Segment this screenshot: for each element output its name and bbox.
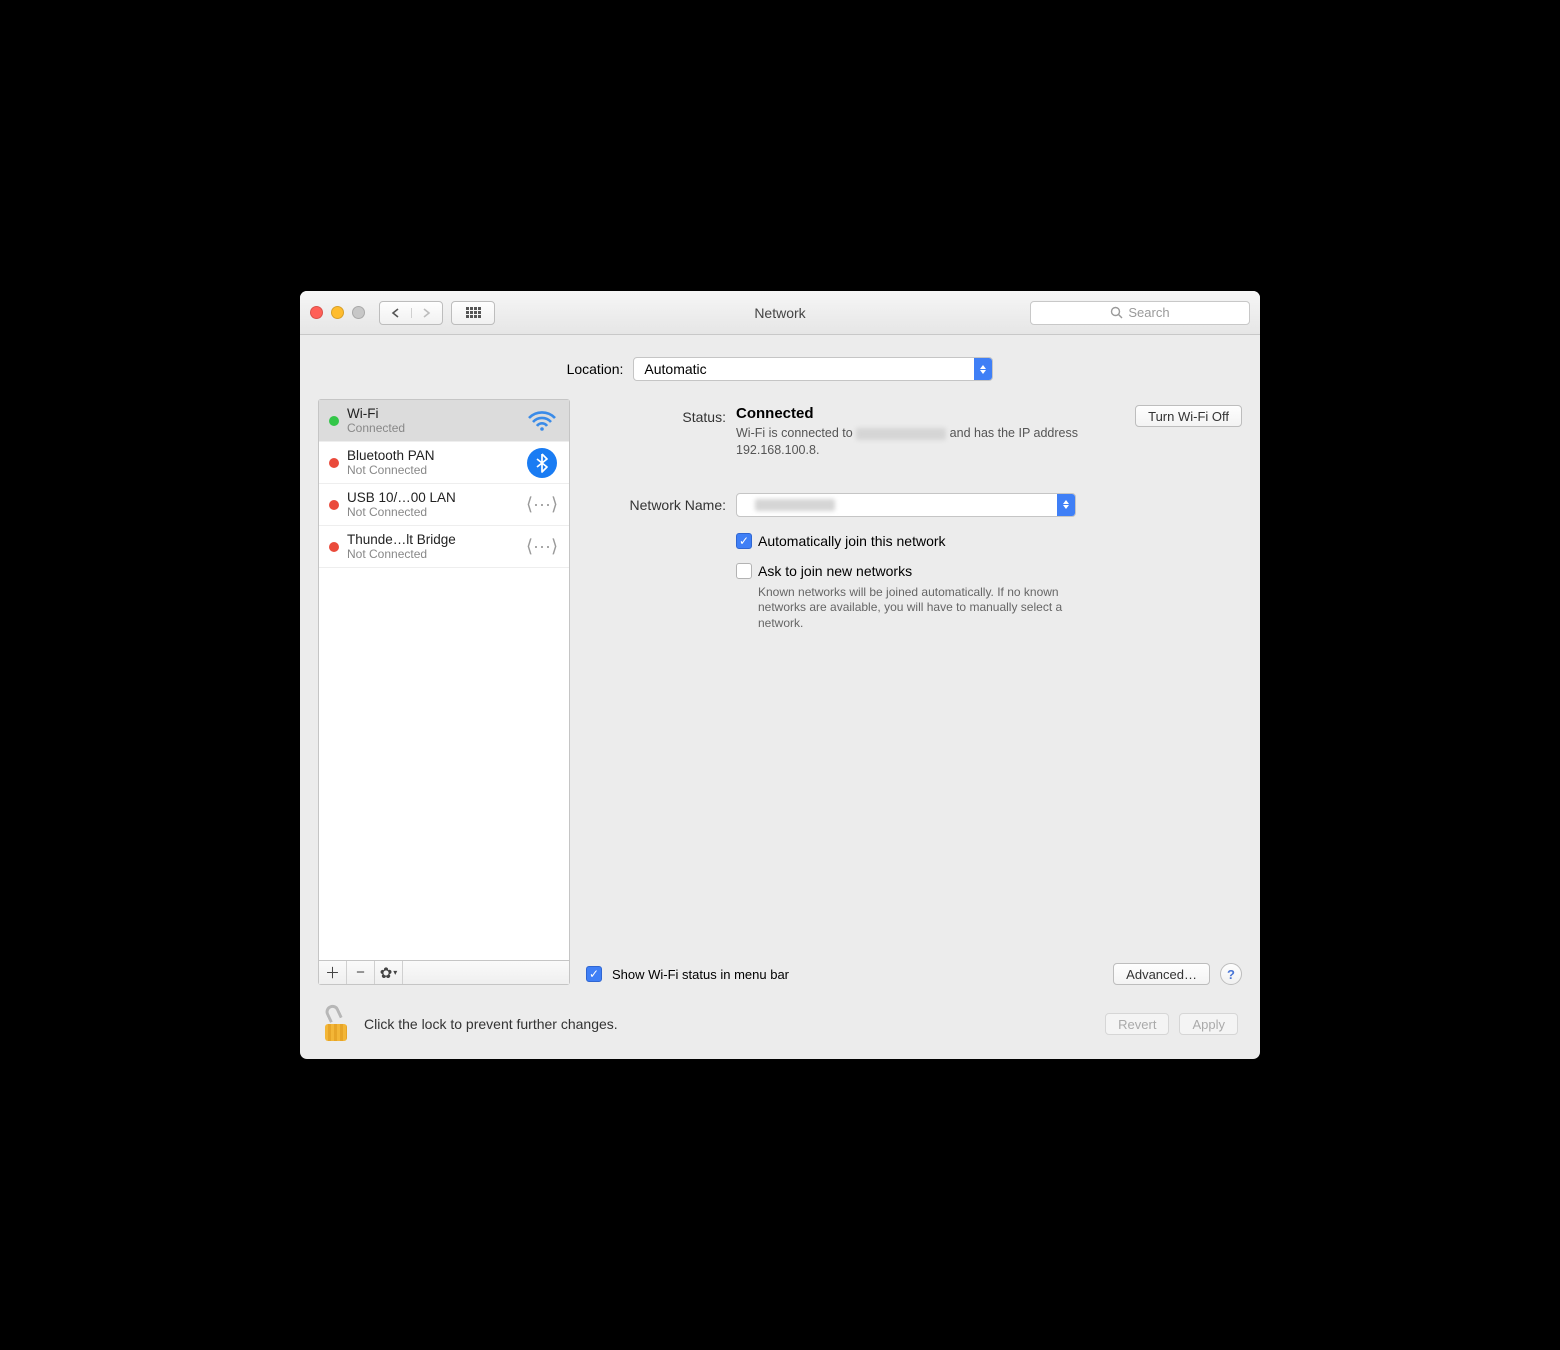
network-name-label: Network Name:	[586, 493, 736, 632]
service-item-thunderbolt[interactable]: Thunde…lt Bridge Not Connected ⟨···⟩	[319, 526, 569, 568]
back-button[interactable]	[380, 308, 412, 318]
search-icon	[1110, 306, 1123, 319]
service-sidebar: Wi-Fi Connected Bluetooth PAN Not Connec…	[318, 399, 570, 985]
lock-button[interactable]	[322, 1007, 350, 1041]
footer: Click the lock to prevent further change…	[300, 995, 1260, 1059]
close-window-button[interactable]	[310, 306, 323, 319]
bluetooth-icon	[525, 449, 559, 477]
service-status: Connected	[347, 421, 517, 435]
ethernet-icon: ⟨···⟩	[525, 491, 559, 519]
ask-join-help: Known networks will be joined automatica…	[758, 585, 1078, 632]
auto-join-label: Automatically join this network	[758, 533, 946, 549]
minimize-window-button[interactable]	[331, 306, 344, 319]
service-name: Thunde…lt Bridge	[347, 532, 517, 547]
network-name-popup[interactable]	[736, 493, 1076, 517]
chevron-updown-icon	[974, 358, 992, 380]
wifi-icon	[525, 407, 559, 435]
status-dot-disconnected	[329, 500, 339, 510]
detail-pane: Status: Connected Wi-Fi is connected to …	[586, 399, 1242, 985]
redacted-ssid	[755, 499, 835, 511]
grid-icon	[466, 307, 481, 318]
status-dot-disconnected	[329, 542, 339, 552]
search-field[interactable]: Search	[1030, 301, 1250, 325]
forward-button[interactable]	[412, 308, 443, 318]
revert-button[interactable]: Revert	[1105, 1013, 1169, 1035]
sidebar-toolbar: ＋ − ✿ ▾	[319, 960, 569, 984]
location-row: Location: Automatic	[300, 335, 1260, 399]
ask-join-checkbox[interactable]	[736, 563, 752, 579]
service-status: Not Connected	[347, 505, 517, 519]
traffic-lights	[310, 306, 365, 319]
titlebar: Network Search	[300, 291, 1260, 335]
lock-body-icon	[325, 1024, 347, 1041]
status-dot-connected	[329, 416, 339, 426]
chevron-down-icon: ▾	[393, 968, 397, 977]
ethernet-icon: ⟨···⟩	[525, 533, 559, 561]
remove-service-button[interactable]: −	[347, 961, 375, 984]
lock-text: Click the lock to prevent further change…	[364, 1016, 1091, 1032]
search-placeholder: Search	[1128, 305, 1169, 320]
toggle-wifi-button[interactable]: Turn Wi-Fi Off	[1135, 405, 1242, 427]
lock-open-icon	[323, 1003, 342, 1023]
location-label: Location:	[567, 361, 624, 377]
service-item-wifi[interactable]: Wi-Fi Connected	[319, 400, 569, 442]
chevron-updown-icon	[1057, 494, 1075, 516]
show-all-button[interactable]	[451, 301, 495, 325]
service-status: Not Connected	[347, 463, 517, 477]
help-button[interactable]: ?	[1220, 963, 1242, 985]
service-item-usb-lan[interactable]: USB 10/…00 LAN Not Connected ⟨···⟩	[319, 484, 569, 526]
network-preferences-window: Network Search Location: Automatic Wi-Fi	[300, 291, 1260, 1059]
zoom-window-button[interactable]	[352, 306, 365, 319]
add-service-button[interactable]: ＋	[319, 961, 347, 984]
service-name: Wi-Fi	[347, 406, 517, 421]
advanced-button[interactable]: Advanced…	[1113, 963, 1210, 985]
apply-button[interactable]: Apply	[1179, 1013, 1238, 1035]
content-area: Wi-Fi Connected Bluetooth PAN Not Connec…	[300, 399, 1260, 995]
location-popup[interactable]: Automatic	[633, 357, 993, 381]
redacted-ssid	[856, 428, 946, 440]
service-status: Not Connected	[347, 547, 517, 561]
nav-segmented	[379, 301, 443, 325]
gear-icon: ✿	[380, 964, 393, 982]
service-actions-button[interactable]: ✿ ▾	[375, 961, 403, 984]
status-label: Status:	[586, 405, 736, 459]
auto-join-checkbox[interactable]: ✓	[736, 533, 752, 549]
status-value: Connected	[736, 405, 1121, 422]
service-name: Bluetooth PAN	[347, 448, 517, 463]
show-menubar-label: Show Wi-Fi status in menu bar	[612, 967, 789, 982]
status-dot-disconnected	[329, 458, 339, 468]
service-list[interactable]: Wi-Fi Connected Bluetooth PAN Not Connec…	[319, 400, 569, 960]
show-menubar-checkbox[interactable]: ✓	[586, 966, 602, 982]
service-name: USB 10/…00 LAN	[347, 490, 517, 505]
status-description: Wi-Fi is connected to and has the IP add…	[736, 425, 1121, 459]
ask-join-label: Ask to join new networks	[758, 563, 912, 579]
service-item-bluetooth[interactable]: Bluetooth PAN Not Connected	[319, 442, 569, 484]
location-value: Automatic	[644, 361, 706, 377]
